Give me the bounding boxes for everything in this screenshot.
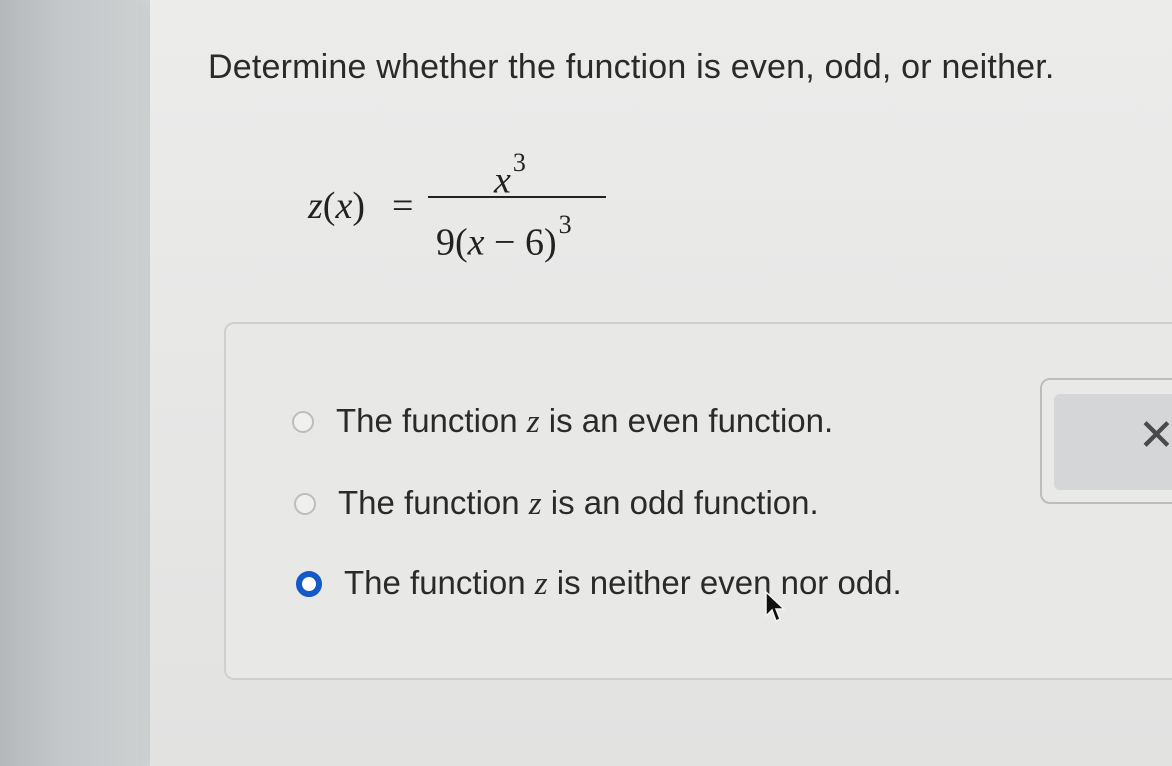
option-odd-var: z [528, 486, 542, 522]
close-icon[interactable]: ✕ [1138, 410, 1172, 461]
formula-lhs-var: x [335, 185, 353, 227]
option-even[interactable]: The function z is an even function. [292, 402, 833, 441]
option-even-text-post: is an even function. [539, 402, 834, 439]
formula-function-name: z [308, 185, 323, 227]
function-formula: z(x) = x3 9(x − 6)3 [308, 130, 618, 280]
option-odd-text-pre: The function [338, 484, 529, 521]
formula-equals: = [392, 185, 414, 227]
option-even-text-pre: The function [336, 402, 527, 439]
denominator-var: x [467, 221, 485, 264]
numerator-exponent: 3 [512, 148, 526, 177]
radio-even[interactable] [292, 410, 314, 433]
option-odd[interactable]: The function z is an odd function. [294, 484, 819, 523]
option-neither-text-pre: The function [344, 564, 535, 601]
close-button[interactable]: ✕ [1040, 378, 1172, 504]
option-even-label: The function z is an even function. [336, 402, 833, 441]
question-prompt: Determine whether the function is even, … [208, 48, 1055, 86]
denominator-coefficient: 9 [436, 221, 455, 264]
formula-lhs: z(x) [308, 184, 365, 228]
option-odd-label: The function z is an odd function. [338, 484, 819, 523]
option-neither-var: z [534, 566, 548, 602]
option-neither-text-post: is neither even nor odd. [547, 564, 902, 601]
option-neither-label: The function z is neither even nor odd. [344, 564, 902, 603]
formula-lhs-close-paren: ) [352, 185, 365, 227]
denominator-rest: − 6) [484, 221, 557, 264]
formula-denominator: 9(x − 6)3 [436, 210, 572, 265]
mouse-cursor-icon [765, 590, 786, 623]
option-neither[interactable]: The function z is neither even nor odd. [296, 564, 902, 603]
fraction-bar [428, 196, 606, 198]
option-even-var: z [526, 404, 540, 440]
denominator-exponent: 3 [558, 210, 572, 239]
denominator-open-paren: ( [455, 221, 468, 264]
option-odd-text-post: is an odd function. [541, 484, 819, 521]
radio-neither[interactable] [296, 570, 322, 597]
formula-lhs-open-paren: ( [322, 185, 336, 227]
radio-odd[interactable] [294, 492, 316, 515]
